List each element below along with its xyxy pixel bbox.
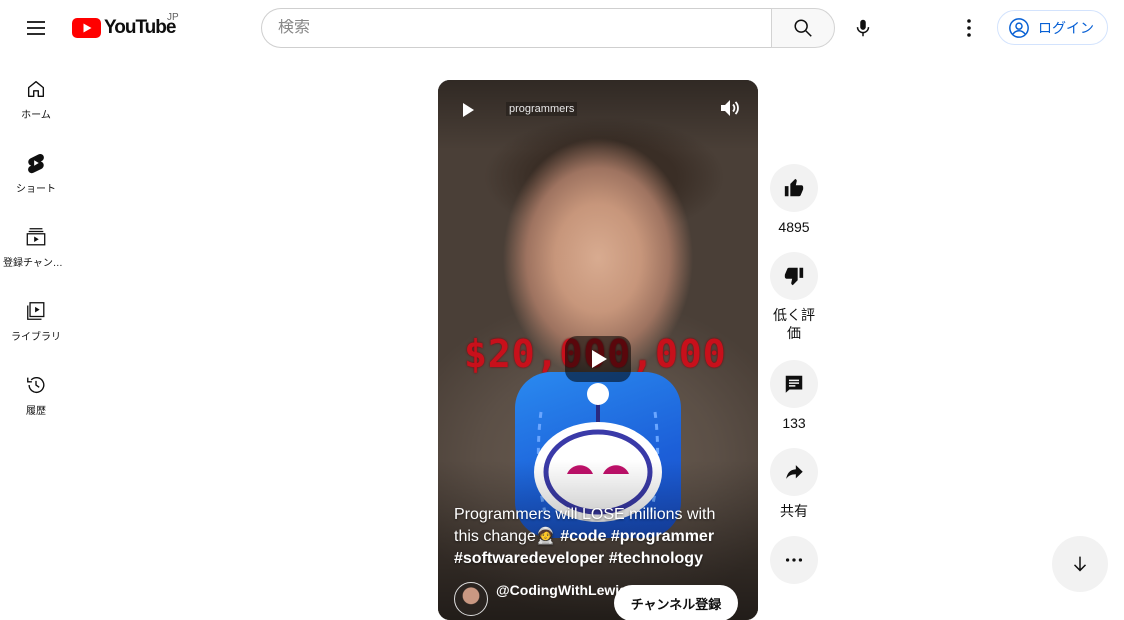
account-circle-icon [1009,17,1029,38]
video-channel[interactable]: @CodingWithLewis [454,582,627,616]
login-label: ログイン [1038,19,1094,36]
sidebar-item-label: ホーム [21,110,51,121]
video-title[interactable]: Programmers will LOSE millions with this… [454,504,744,570]
center-play-button[interactable] [565,336,631,382]
search-box[interactable] [261,8,772,48]
sidebar-item-history[interactable]: 履歴 [0,352,72,426]
history-icon [27,377,45,394]
more-vertical-icon [967,19,971,37]
subscriptions-icon [26,228,46,246]
more-actions-button[interactable] [770,536,818,584]
share-action: 共有 [770,448,818,520]
sidebar-item-library[interactable]: ライブラリ [0,278,72,352]
shorts-video-player[interactable]: $20,000,000 programmers Programmers will… [438,80,758,620]
dislike-action: 低く評価 [770,252,818,342]
dislike-button[interactable] [770,252,818,300]
login-button[interactable]: ログイン [997,10,1108,45]
more-horizontal-icon [785,558,803,562]
sidebar-item-subscriptions[interactable]: 登録チャンネル [0,204,72,278]
share-arrow-icon [786,465,803,479]
share-button[interactable] [770,448,818,496]
search-button[interactable] [771,8,835,48]
sidebar-item-label: ショート [16,184,56,195]
avatar[interactable] [454,582,488,616]
voice-search-button[interactable] [843,8,883,48]
search-input[interactable] [278,19,772,37]
like-button[interactable] [770,164,818,212]
channel-name[interactable]: @CodingWithLewis [496,582,627,598]
microphone-icon [856,19,870,37]
next-video-button[interactable] [1052,536,1108,592]
youtube-logo[interactable]: YouTube JP [72,12,179,40]
arrow-down-icon [1073,556,1087,572]
more-action [770,536,818,584]
search-icon [794,19,812,37]
mini-guide-sidebar: ホーム ショート 登録チャンネル ライブラリ 履歴 [0,56,72,426]
library-icon [27,302,45,320]
play-icon [592,350,607,368]
logo-text: YouTube [104,17,176,38]
dislike-label: 低く評価 [773,307,815,341]
region-code: JP [167,12,179,23]
thumbs-down-icon [784,267,804,286]
comment-count: 133 [782,415,806,431]
menu-button[interactable] [16,8,56,48]
comment-icon [785,375,803,393]
comment-action: 133 [770,360,818,432]
video-top-gradient [438,80,758,150]
settings-more-button[interactable] [949,8,989,48]
subscribe-button[interactable]: チャンネル登録 [614,585,738,620]
youtube-play-logo-icon [72,18,101,38]
home-icon [27,80,45,98]
thumbs-up-icon [784,178,804,197]
sidebar-item-label: 履歴 [26,406,46,417]
like-count: 4895 [778,219,810,235]
comments-button[interactable] [770,360,818,408]
sidebar-item-label: ライブラリ [11,332,61,343]
play-icon[interactable] [456,98,480,122]
hamburger-menu-icon [27,21,45,35]
sidebar-item-shorts[interactable]: ショート [0,130,72,204]
video-channel-tag: programmers [506,102,578,116]
sidebar-item-home[interactable]: ホーム [0,56,72,130]
like-action: 4895 [770,164,818,236]
top-header: YouTube JP ログイン [0,0,1124,56]
share-label: 共有 [780,503,808,519]
sidebar-item-label: 登録チャンネル [3,258,69,269]
shorts-icon [28,153,44,174]
volume-icon[interactable] [718,96,742,120]
